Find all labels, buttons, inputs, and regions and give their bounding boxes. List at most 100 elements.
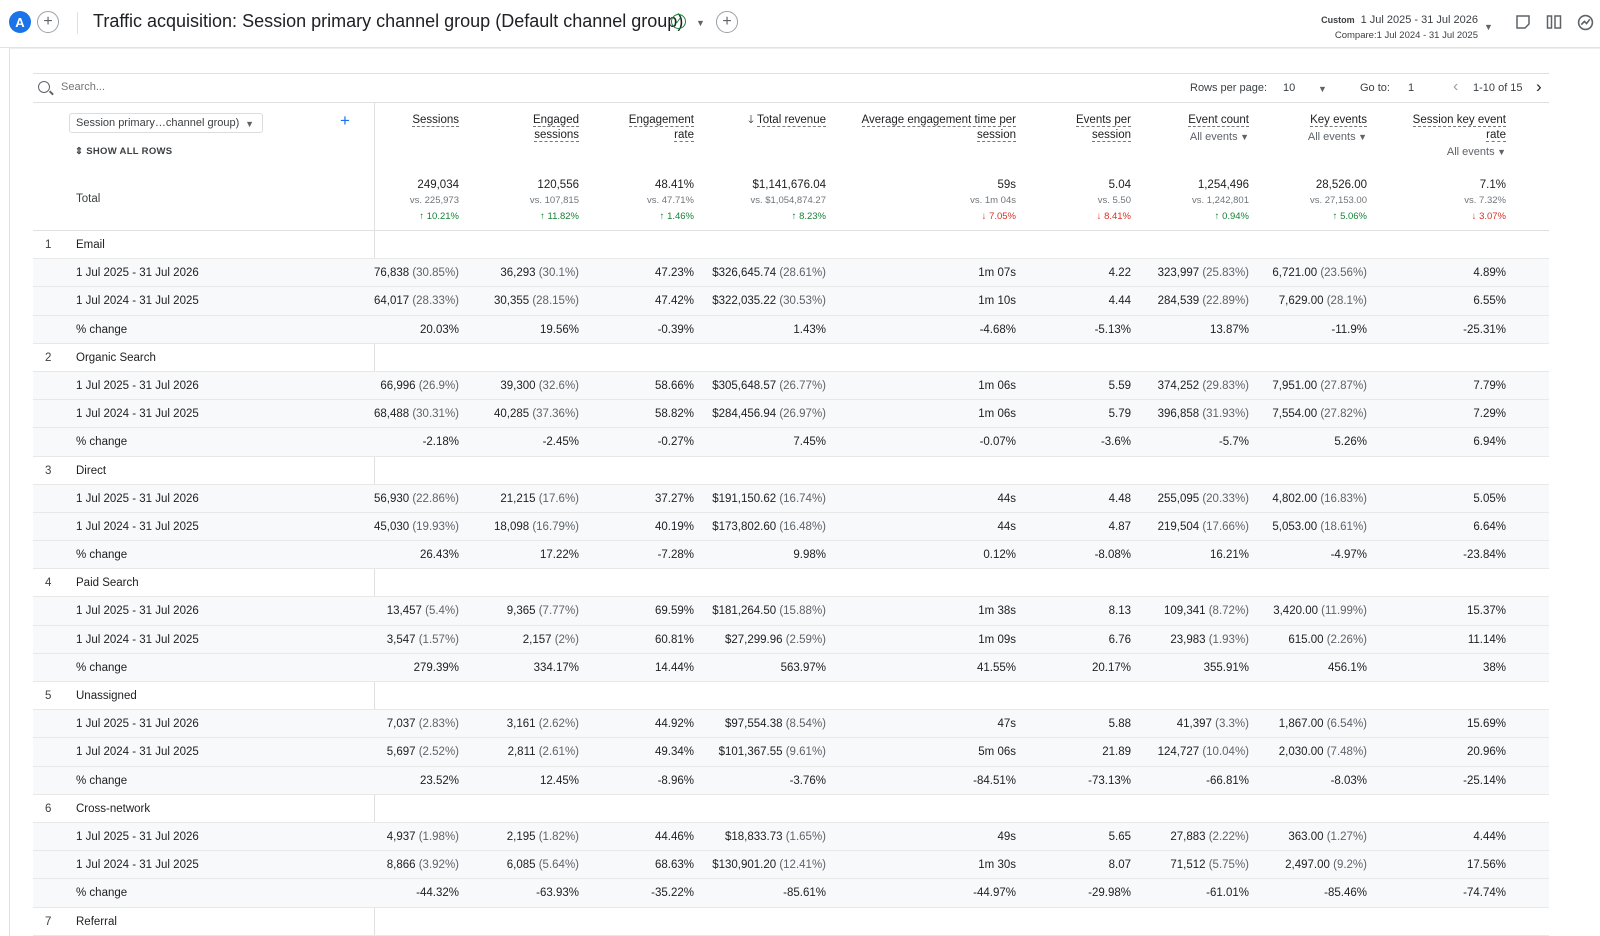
chevron-right-icon[interactable]: › <box>1536 77 1542 97</box>
cell-value: 7,951.00 <box>1272 379 1318 392</box>
compare-columns-icon[interactable] <box>1545 13 1563 31</box>
table-row: 1 Jul 2024 - 31 Jul 2025 8,866 (3.92%) 6,0… <box>33 851 1549 880</box>
cell-percent: (28.15%) <box>529 295 579 308</box>
table-group-row: 3 Direct <box>33 457 1549 485</box>
cell-value: 284,539 <box>1157 295 1200 308</box>
show-all-rows-button[interactable]: ⇕ SHOW ALL ROWS <box>75 146 172 157</box>
chevron-down-icon[interactable]: ▼ <box>696 18 705 28</box>
cell-value: 41,397 <box>1176 718 1212 731</box>
total-value: 249,034 <box>417 179 459 191</box>
account-avatar[interactable]: A <box>9 11 31 33</box>
notes-icon[interactable] <box>1514 13 1532 31</box>
table-cell: 7,629.00 (28.1%) <box>1279 295 1367 307</box>
cell-value: 44.46% <box>654 830 694 843</box>
cell-value: 15.69% <box>1466 718 1506 731</box>
table-cell: -4.97% <box>1331 549 1367 561</box>
cell-value: 5.26% <box>1334 436 1367 449</box>
table-cell: 44s <box>997 521 1016 533</box>
cell-percent: (2.83%) <box>415 718 459 731</box>
cell-value: 56,930 <box>373 492 410 505</box>
cell-value: 6.94% <box>1473 436 1506 449</box>
table-cell: 7,554.00 (27.82%) <box>1272 408 1367 420</box>
goto-input[interactable]: 1 <box>1408 82 1414 94</box>
cell-value: 323,997 <box>1157 267 1200 280</box>
cell-value: 615.00 <box>1288 633 1324 646</box>
cell-value: -11.9% <box>1331 323 1367 336</box>
column-header[interactable]: Event count All events ▼ <box>1188 113 1249 145</box>
column-title: Session key event <box>1412 114 1506 127</box>
add-comparison-icon[interactable]: + <box>37 11 59 33</box>
table-cell: 4,937 (1.98%) <box>387 831 459 843</box>
channel-name[interactable]: Email <box>76 239 105 251</box>
total-compare: vs. $1,054,874.27 <box>750 195 826 206</box>
column-header[interactable]: Engaged sessions <box>532 113 579 143</box>
column-header[interactable]: Sessions <box>412 113 459 128</box>
table-cell: 17.56% <box>1467 859 1506 871</box>
search-input[interactable] <box>61 81 261 93</box>
cell-value: 1m 09s <box>978 633 1016 646</box>
chevron-down-icon[interactable]: ▼ <box>1484 22 1493 32</box>
table-group-row: 7 Referral <box>33 908 1549 936</box>
channel-name[interactable]: Paid Search <box>76 577 139 589</box>
total-change: ↓ 3.07% <box>1464 209 1506 225</box>
cell-value: 37.27% <box>654 492 694 505</box>
channel-name[interactable]: Direct <box>76 465 106 477</box>
table-cell: 615.00 (2.26%) <box>1288 634 1367 646</box>
column-title-line2: session <box>977 129 1016 142</box>
table-group-row: 5 Unassigned <box>33 682 1549 711</box>
column-header[interactable]: Engagement rate <box>628 113 694 143</box>
cell-value: 1m 30s <box>978 859 1016 872</box>
cell-value: 6,721.00 <box>1272 267 1318 280</box>
table-cell: 1m 09s <box>978 634 1016 646</box>
column-header[interactable]: 🡓 Total revenue <box>748 113 826 128</box>
sort-desc-icon: 🡓 <box>748 114 757 126</box>
chevron-down-icon[interactable]: ▼ <box>1318 84 1327 94</box>
table-row: 1 Jul 2024 - 31 Jul 2025 64,017 (28.33%) 3… <box>33 287 1549 316</box>
table-cell: 355.91% <box>1204 662 1249 674</box>
channel-name[interactable]: Unassigned <box>76 690 137 702</box>
cell-value: 76,838 <box>373 267 410 280</box>
channel-name[interactable]: Organic Search <box>76 352 156 364</box>
event-filter-select[interactable]: All events ▼ <box>1308 130 1367 145</box>
cell-value: 1.43% <box>793 323 826 336</box>
dimension-selector[interactable]: Session primary…channel group) ▼ <box>69 113 263 133</box>
event-filter-select[interactable]: All events ▼ <box>1188 130 1249 145</box>
cell-value: 1m 10s <box>978 295 1016 308</box>
total-change: ↑ 1.46% <box>647 209 694 225</box>
event-filter-select[interactable]: All events ▼ <box>1413 145 1506 160</box>
total-cell: 28,526.00 vs. 27,153.00 ↑ 5.06% <box>1310 177 1367 225</box>
table-row: % change -2.18% -2.45% -0.27% 7.45% -0.07% -3.… <box>33 428 1549 457</box>
table-cell: 1,867.00 (6.54%) <box>1279 718 1367 730</box>
cell-value: 13,457 <box>386 605 422 618</box>
column-header[interactable]: Events per session <box>1076 113 1131 143</box>
chevron-left-icon[interactable]: ‹ <box>1453 78 1458 96</box>
cell-value: $130,901.20 <box>712 859 777 872</box>
arrow-down-icon: ↓ <box>1471 211 1480 222</box>
cell-value: 355.91% <box>1203 661 1249 674</box>
add-icon[interactable]: + <box>716 11 738 33</box>
column-header[interactable]: Key events All events ▼ <box>1308 113 1367 145</box>
column-title: Engaged <box>532 114 579 127</box>
row-label: 1 Jul 2024 - 31 Jul 2025 <box>76 408 199 421</box>
column-header[interactable]: Average engagement time per session <box>861 113 1016 143</box>
channel-name[interactable]: Referral <box>76 916 117 928</box>
table-cell: -73.13% <box>1088 775 1131 787</box>
date-range-picker[interactable]: Custom 1 Jul 2025 - 31 Jul 2026 Compare:1… <box>1321 14 1478 41</box>
add-dimension-icon[interactable]: + <box>340 111 350 131</box>
cell-percent: (2.61%) <box>535 746 579 759</box>
total-change-value: 10.21% <box>426 211 459 222</box>
insights-icon[interactable] <box>1576 13 1594 31</box>
cell-percent: (2%) <box>551 633 579 646</box>
table-cell: 4.87 <box>1109 521 1131 533</box>
cell-value: 44.92% <box>654 718 694 731</box>
channel-name[interactable]: Cross-network <box>76 803 150 815</box>
table-cell: -0.07% <box>980 436 1016 448</box>
rows-per-page-select[interactable]: 10 <box>1283 82 1295 94</box>
cell-percent: (16.48%) <box>776 520 826 533</box>
table-cell: 47.23% <box>655 267 694 279</box>
column-header[interactable]: Session key event rate All events ▼ <box>1412 113 1506 160</box>
table-cell: 284,539 (22.89%) <box>1158 295 1249 307</box>
cell-value: 20.17% <box>1091 661 1131 674</box>
check-circle-icon[interactable]: ✓ <box>671 14 686 29</box>
total-label: Total <box>76 193 101 205</box>
